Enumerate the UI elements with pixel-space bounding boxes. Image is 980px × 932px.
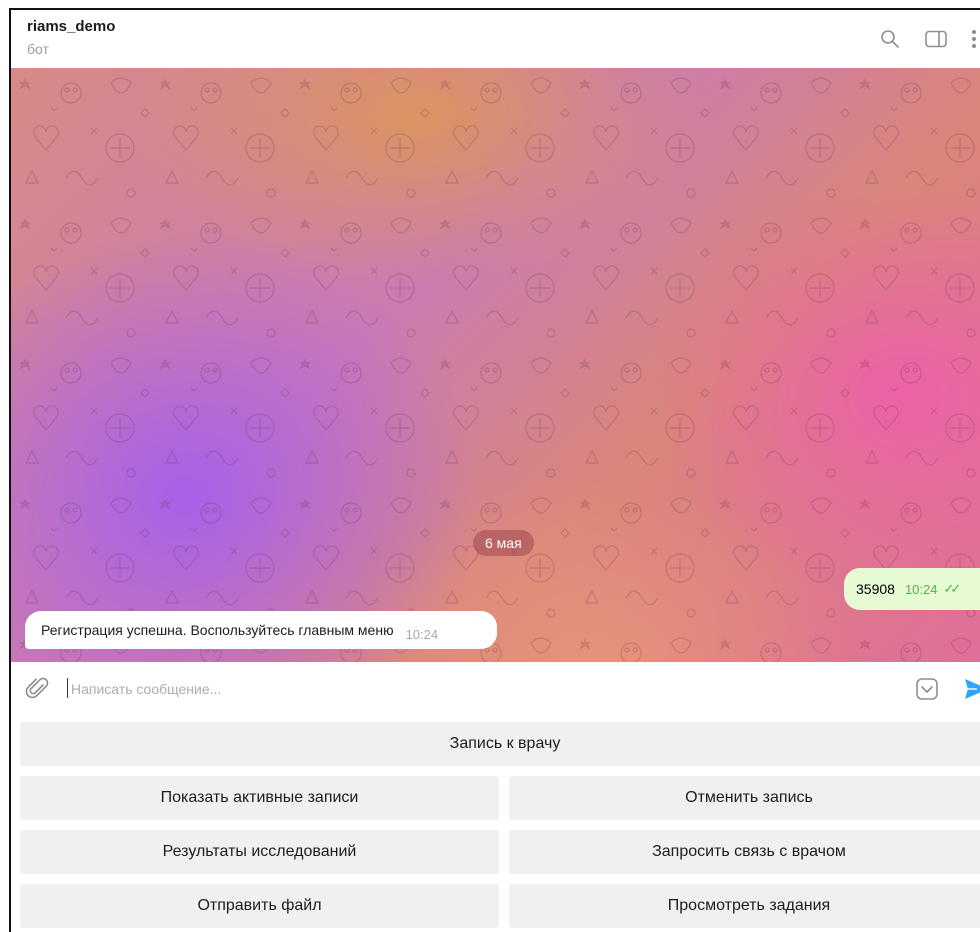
message-text: 35908 [856, 581, 895, 597]
search-icon[interactable] [877, 26, 903, 52]
date-separator: 6 мая [473, 530, 534, 556]
outgoing-message[interactable]: 35908 10:24 ✓✓ [844, 568, 980, 610]
text-cursor [67, 678, 68, 698]
send-icon[interactable] [963, 677, 980, 703]
paperclip-icon[interactable] [25, 676, 51, 702]
message-time: 10:24 [405, 626, 439, 642]
read-checkmarks-icon: ✓✓ [943, 581, 961, 596]
message-time: 10:24 [904, 581, 938, 597]
cancel-appointment-button[interactable]: Отменить запись [509, 776, 980, 820]
chat-subtitle: бот [27, 41, 49, 57]
message-text: Регистрация успешна. Воспользуйтесь глав… [41, 622, 394, 638]
view-tasks-button[interactable]: Просмотреть задания [509, 884, 980, 928]
chat-background: 6 мая 35908 10:24 ✓✓ Регистрация успешна… [11, 68, 980, 662]
incoming-message[interactable]: Регистрация успешна. Воспользуйтесь глав… [25, 611, 497, 649]
chat-header: riams_demo бот [11, 10, 980, 68]
more-vertical-icon[interactable] [961, 26, 980, 52]
contact-doctor-button[interactable]: Запросить связь с врачом [509, 830, 980, 874]
message-composer [11, 662, 980, 716]
chat-title[interactable]: riams_demo [27, 18, 115, 35]
message-input[interactable] [71, 676, 891, 702]
keyboard-toggle-icon[interactable] [915, 677, 941, 703]
book-doctor-button[interactable]: Запись к врачу [20, 722, 980, 766]
test-results-button[interactable]: Результаты исследований [20, 830, 499, 874]
send-file-button[interactable]: Отправить файл [20, 884, 499, 928]
telegram-chat-window: riams_demo бот 6 мая 35908 10:24 ✓✓ Реги… [9, 8, 980, 932]
doodle-pattern [11, 68, 980, 662]
side-panel-icon[interactable] [923, 26, 949, 52]
show-active-appointments-button[interactable]: Показать активные записи [20, 776, 499, 820]
bot-reply-keyboard: Запись к врачу Показать активные записи … [11, 716, 980, 932]
